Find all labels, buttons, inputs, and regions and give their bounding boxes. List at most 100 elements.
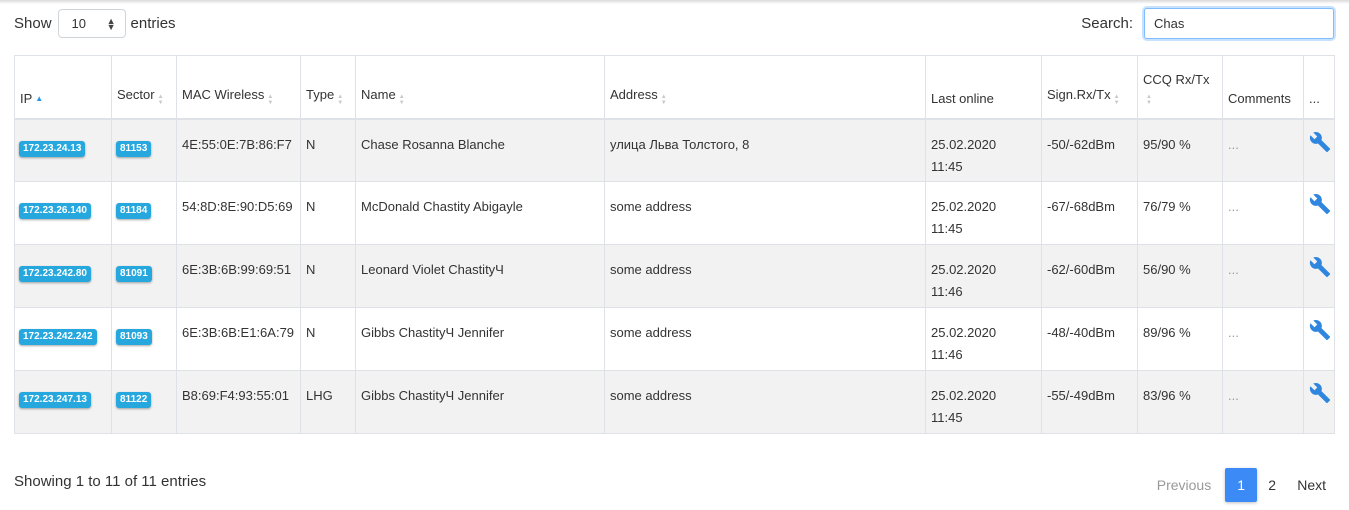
column-header-5[interactable]: Address ▲ ▼ — [604, 55, 926, 120]
signal-value: -55/-49dBm — [1047, 388, 1115, 403]
ccq-value: 56/90 % — [1143, 262, 1191, 277]
search-filter: Search: — [1081, 8, 1334, 39]
ip-badge[interactable]: 172.23.24.13 — [19, 140, 86, 157]
cell-name: Leonard Violet ChastityЧ — [355, 244, 605, 308]
column-header-label: Type — [306, 86, 335, 102]
search-label: Search: — [1081, 15, 1133, 32]
cell-comments: ... — [1222, 307, 1304, 371]
cell-name: Gibbs ChastityЧ Jennifer — [355, 370, 605, 434]
name-value: Gibbs ChastityЧ Jennifer — [361, 325, 505, 340]
name-value: Leonard Violet ChastityЧ — [361, 262, 504, 277]
cell-last-online: 25.02.2020 11:45 — [925, 118, 1042, 182]
page-button-2[interactable]: 2 — [1257, 468, 1287, 502]
cell-mac: B8:69:F4:93:55:01 — [176, 370, 301, 434]
select-arrows-icon: ▲ ▼ — [106, 15, 116, 32]
page-length-value: 10 — [71, 16, 86, 31]
search-input[interactable] — [1144, 8, 1334, 39]
ccq-value: 76/79 % — [1143, 199, 1191, 214]
pagination: Previous 1 2 Next — [1149, 468, 1334, 502]
column-header-4[interactable]: Name ▲ ▼ — [355, 55, 605, 120]
data-table: IP ▲ Sector ▲ ▼ MAC Wireless ▲ ▼ Type ▲ ▼ Name ▲ ▼ Add… — [14, 55, 1335, 434]
cell-comments: ... — [1222, 370, 1304, 434]
sector-badge[interactable]: 81153 — [116, 140, 152, 157]
cell-address: some address — [604, 370, 926, 434]
cell-mac: 54:8D:8E:90:D5:69 — [176, 181, 301, 245]
wrench-icon[interactable] — [1309, 319, 1331, 348]
header-row: IP ▲ Sector ▲ ▼ MAC Wireless ▲ ▼ Type ▲ ▼ Name ▲ ▼ Add… — [14, 55, 1335, 120]
cell-comments: ... — [1222, 244, 1304, 308]
ccq-value: 89/96 % — [1143, 325, 1191, 340]
ip-badge[interactable]: 172.23.242.242 — [19, 329, 97, 345]
wrench-icon[interactable] — [1309, 131, 1331, 160]
type-value: N — [306, 199, 316, 214]
column-header-3[interactable]: Type ▲ ▼ — [300, 55, 356, 120]
signal-value: -62/-60dBm — [1047, 262, 1115, 277]
cell-sector: 81093 — [111, 307, 177, 371]
previous-button[interactable]: Previous — [1149, 468, 1219, 502]
column-header-10: ... — [1303, 55, 1335, 120]
comments-value: ... — [1228, 325, 1239, 340]
column-header-label: MAC Wireless — [182, 86, 265, 102]
signal-value: -67/-68dBm — [1047, 199, 1115, 214]
top-shadow — [0, 0, 1349, 4]
table-row: 172.23.26.140 81184 54:8D:8E:90:D5:69 N McDo… — [14, 181, 1335, 245]
sector-badge[interactable]: 81184 — [116, 203, 152, 219]
sort-icon: ▲ ▼ — [267, 93, 274, 106]
sort-icon: ▲ ▼ — [337, 93, 344, 106]
type-value: N — [306, 262, 316, 277]
name-value: Chase Rosanna Blanche — [361, 136, 505, 152]
signal-value: -48/-40dBm — [1047, 325, 1115, 340]
cell-type: N — [300, 118, 356, 182]
sort-ascending-icon: ▲ — [35, 93, 44, 103]
column-header-label: ... — [1309, 90, 1320, 106]
ip-badge[interactable]: 172.23.242.80 — [19, 266, 91, 282]
column-header-2[interactable]: MAC Wireless ▲ ▼ — [176, 55, 301, 120]
cell-actions — [1303, 370, 1335, 434]
sort-icon: ▲ ▼ — [157, 93, 164, 106]
cell-ccq: 56/90 % — [1137, 244, 1223, 308]
column-header-7[interactable]: Sign.Rx/Tx ▲ ▼ — [1041, 55, 1138, 120]
cell-comments: ... — [1222, 181, 1304, 245]
name-value: McDonald Chastity Abigayle — [361, 199, 523, 214]
column-header-label: Sector — [117, 86, 155, 102]
wrench-icon[interactable] — [1309, 256, 1331, 285]
cell-actions — [1303, 118, 1335, 182]
column-header-1[interactable]: Sector ▲ ▼ — [111, 55, 177, 120]
column-header-8[interactable]: CCQ Rx/Tx ▲ ▼ — [1137, 55, 1223, 120]
address-value: some address — [610, 325, 692, 340]
cell-type: N — [300, 307, 356, 371]
column-header-0[interactable]: IP ▲ — [14, 55, 112, 120]
wrench-icon[interactable] — [1309, 193, 1331, 222]
last-online-date: 25.02.2020 — [931, 199, 997, 214]
next-button[interactable]: Next — [1289, 468, 1334, 502]
last-online-time: 11:46 — [931, 284, 963, 299]
sector-badge[interactable]: 81122 — [116, 392, 152, 408]
column-header-9: Comments — [1222, 55, 1304, 120]
cell-ip: 172.23.242.80 — [14, 244, 112, 308]
sort-icon: ▲ ▼ — [660, 93, 667, 106]
wrench-icon[interactable] — [1309, 382, 1331, 411]
cell-ccq: 89/96 % — [1137, 307, 1223, 371]
ccq-value: 83/96 % — [1143, 388, 1191, 403]
cell-signal: -55/-49dBm — [1041, 370, 1138, 434]
last-online-date: 25.02.2020 — [931, 388, 997, 403]
cell-name: Gibbs ChastityЧ Jennifer — [355, 307, 605, 371]
column-header-label: Sign.Rx/Tx — [1047, 86, 1111, 102]
comments-value: ... — [1228, 199, 1239, 214]
last-online-date: 25.02.2020 — [931, 136, 997, 152]
cell-ip: 172.23.24.13 — [14, 118, 112, 182]
cell-address: some address — [604, 181, 926, 245]
page-length-select[interactable]: 10 ▲ ▼ — [57, 9, 126, 38]
ip-badge[interactable]: 172.23.247.13 — [19, 392, 91, 408]
page-button-1[interactable]: 1 — [1225, 468, 1258, 502]
name-value: Gibbs ChastityЧ Jennifer — [361, 388, 505, 403]
ip-badge[interactable]: 172.23.26.140 — [19, 203, 91, 219]
sector-badge[interactable]: 81093 — [116, 329, 152, 345]
cell-ccq: 83/96 % — [1137, 370, 1223, 434]
signal-value: -50/-62dBm — [1047, 136, 1115, 152]
sector-badge[interactable]: 81091 — [116, 266, 152, 282]
sort-icon: ▲ ▼ — [1146, 93, 1152, 106]
cell-signal: -50/-62dBm — [1041, 118, 1138, 182]
cell-ip: 172.23.247.13 — [14, 370, 112, 434]
column-header-6: Last online — [925, 55, 1042, 120]
